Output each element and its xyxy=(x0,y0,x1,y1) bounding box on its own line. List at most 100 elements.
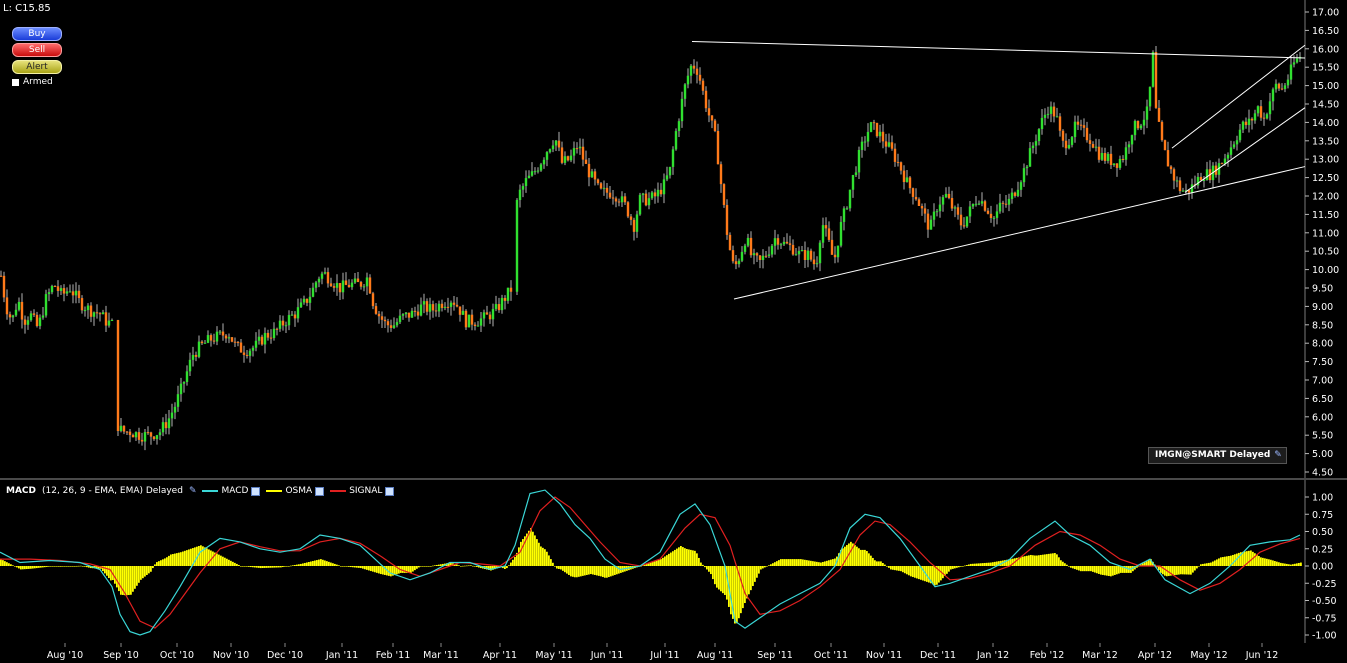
candle-body xyxy=(320,273,324,279)
candle-body xyxy=(770,245,774,255)
osma-bar xyxy=(552,562,554,566)
candle-body xyxy=(29,313,33,321)
legend-signal[interactable]: SIGNAL xyxy=(330,486,395,496)
osma-bar xyxy=(1226,556,1228,566)
osma-bar xyxy=(1074,566,1076,570)
candle-body xyxy=(1013,192,1017,196)
osma-bar xyxy=(258,566,260,568)
candle-body xyxy=(1265,114,1269,119)
osma-bar xyxy=(934,566,936,586)
osma-bar xyxy=(272,566,274,568)
candle-body xyxy=(467,314,471,328)
candle-body xyxy=(1100,152,1104,160)
osma-visible-checkbox[interactable] xyxy=(315,486,325,496)
legend-osma[interactable]: OSMA xyxy=(266,486,325,496)
osma-bar xyxy=(1096,566,1098,574)
macd-visible-checkbox[interactable] xyxy=(251,486,261,496)
signal-visible-checkbox[interactable] xyxy=(385,486,395,496)
candle-body xyxy=(1175,180,1179,182)
alert-button[interactable]: Alert xyxy=(12,60,62,74)
price-chart[interactable]: 17.00 16.50 16.00 15.50 15.00 14.50 14.00 13.50… xyxy=(0,0,1347,478)
candle-body xyxy=(338,283,342,293)
osma-bar xyxy=(248,566,250,567)
wrench-icon[interactable]: ✎ xyxy=(1274,447,1282,464)
candle-body xyxy=(428,304,432,312)
candle-body xyxy=(443,306,447,308)
buy-button[interactable]: Buy xyxy=(12,27,62,41)
osma-bar xyxy=(352,566,354,568)
candle-body xyxy=(1070,137,1074,145)
time-tick-label: Mar '11 xyxy=(423,650,459,661)
osma-bar xyxy=(424,566,426,567)
osma-bar xyxy=(678,547,680,566)
candle-body xyxy=(782,241,786,245)
osma-bar xyxy=(866,551,868,566)
osma-bar xyxy=(114,566,116,584)
candle-body xyxy=(719,164,723,185)
candle-body xyxy=(1130,135,1134,145)
time-tick-label: Mar '12 xyxy=(1082,650,1118,661)
osma-bar xyxy=(596,566,598,576)
osma-bar xyxy=(870,555,872,566)
osma-bar xyxy=(142,566,144,579)
osma-bar xyxy=(160,560,162,566)
candle-body xyxy=(860,141,864,150)
osma-bar xyxy=(336,564,338,566)
macd-tick-label: -0.75 xyxy=(1312,613,1337,624)
candle-body xyxy=(1034,141,1038,146)
ticker-label[interactable]: IMGN@SMART Delayed ✎ xyxy=(1148,447,1287,464)
candle-body xyxy=(1019,182,1023,190)
osma-bar xyxy=(1048,553,1050,566)
osma-bar xyxy=(752,566,754,587)
osma-bar xyxy=(78,565,80,567)
candle-body xyxy=(254,340,258,348)
osma-bar xyxy=(612,566,614,576)
candle-body xyxy=(365,277,369,287)
osma-bar xyxy=(938,566,940,583)
armed-checkbox[interactable] xyxy=(12,78,19,86)
osma-bar xyxy=(6,562,8,566)
osma-bar xyxy=(1282,563,1284,566)
candle-body xyxy=(275,328,279,330)
candle-body xyxy=(1016,189,1020,196)
candle-body xyxy=(581,146,585,160)
osma-bar xyxy=(1176,566,1178,575)
time-tick-label: Jan '12 xyxy=(976,650,1009,661)
macd-axis: 1.00 0.75 0.50 0.25 0.00 -0.25 -0.50 -0.75 -1.00 xyxy=(1305,493,1337,642)
candle-body xyxy=(713,120,717,132)
sell-button[interactable]: Sell xyxy=(12,43,62,57)
osma-bar xyxy=(530,528,532,566)
macd-chart[interactable]: 1.00 0.75 0.50 0.25 0.00 -0.25 -0.50 -0.75 -1.00… xyxy=(0,480,1347,663)
osma-bar xyxy=(602,566,604,578)
osma-bar xyxy=(472,565,474,567)
candle-body xyxy=(125,431,129,433)
candle-body xyxy=(1028,148,1032,167)
osma-bar xyxy=(310,561,312,566)
candle-body xyxy=(839,221,843,246)
candle-body xyxy=(962,225,966,227)
osma-bar xyxy=(510,562,512,566)
candle-body xyxy=(566,156,570,161)
osma-bar xyxy=(420,566,422,567)
legend-macd[interactable]: MACD xyxy=(202,486,261,496)
osma-bar xyxy=(20,566,22,570)
armed-toggle[interactable]: Armed xyxy=(12,77,53,87)
osma-bar xyxy=(574,566,576,578)
osma-bar xyxy=(1146,561,1148,566)
candle-body xyxy=(947,193,951,198)
macd-legend: MACD (12, 26, 9 - EMA, EMA) Delayed ✎ MA… xyxy=(6,486,395,496)
wrench-icon[interactable]: ✎ xyxy=(189,486,197,496)
osma-bar xyxy=(1062,561,1064,566)
osma-bar xyxy=(756,566,758,578)
osma-bar xyxy=(260,566,262,569)
price-tick-label: 10.50 xyxy=(1312,247,1339,258)
candle-body xyxy=(590,171,594,178)
candle-body xyxy=(422,301,426,305)
osma-bar xyxy=(878,561,880,566)
candle-body xyxy=(536,170,540,172)
osma-bar xyxy=(180,552,182,566)
osma-bar xyxy=(4,561,6,566)
candle-body xyxy=(593,171,597,180)
candle-body xyxy=(341,280,345,293)
osma-bar xyxy=(518,547,520,566)
